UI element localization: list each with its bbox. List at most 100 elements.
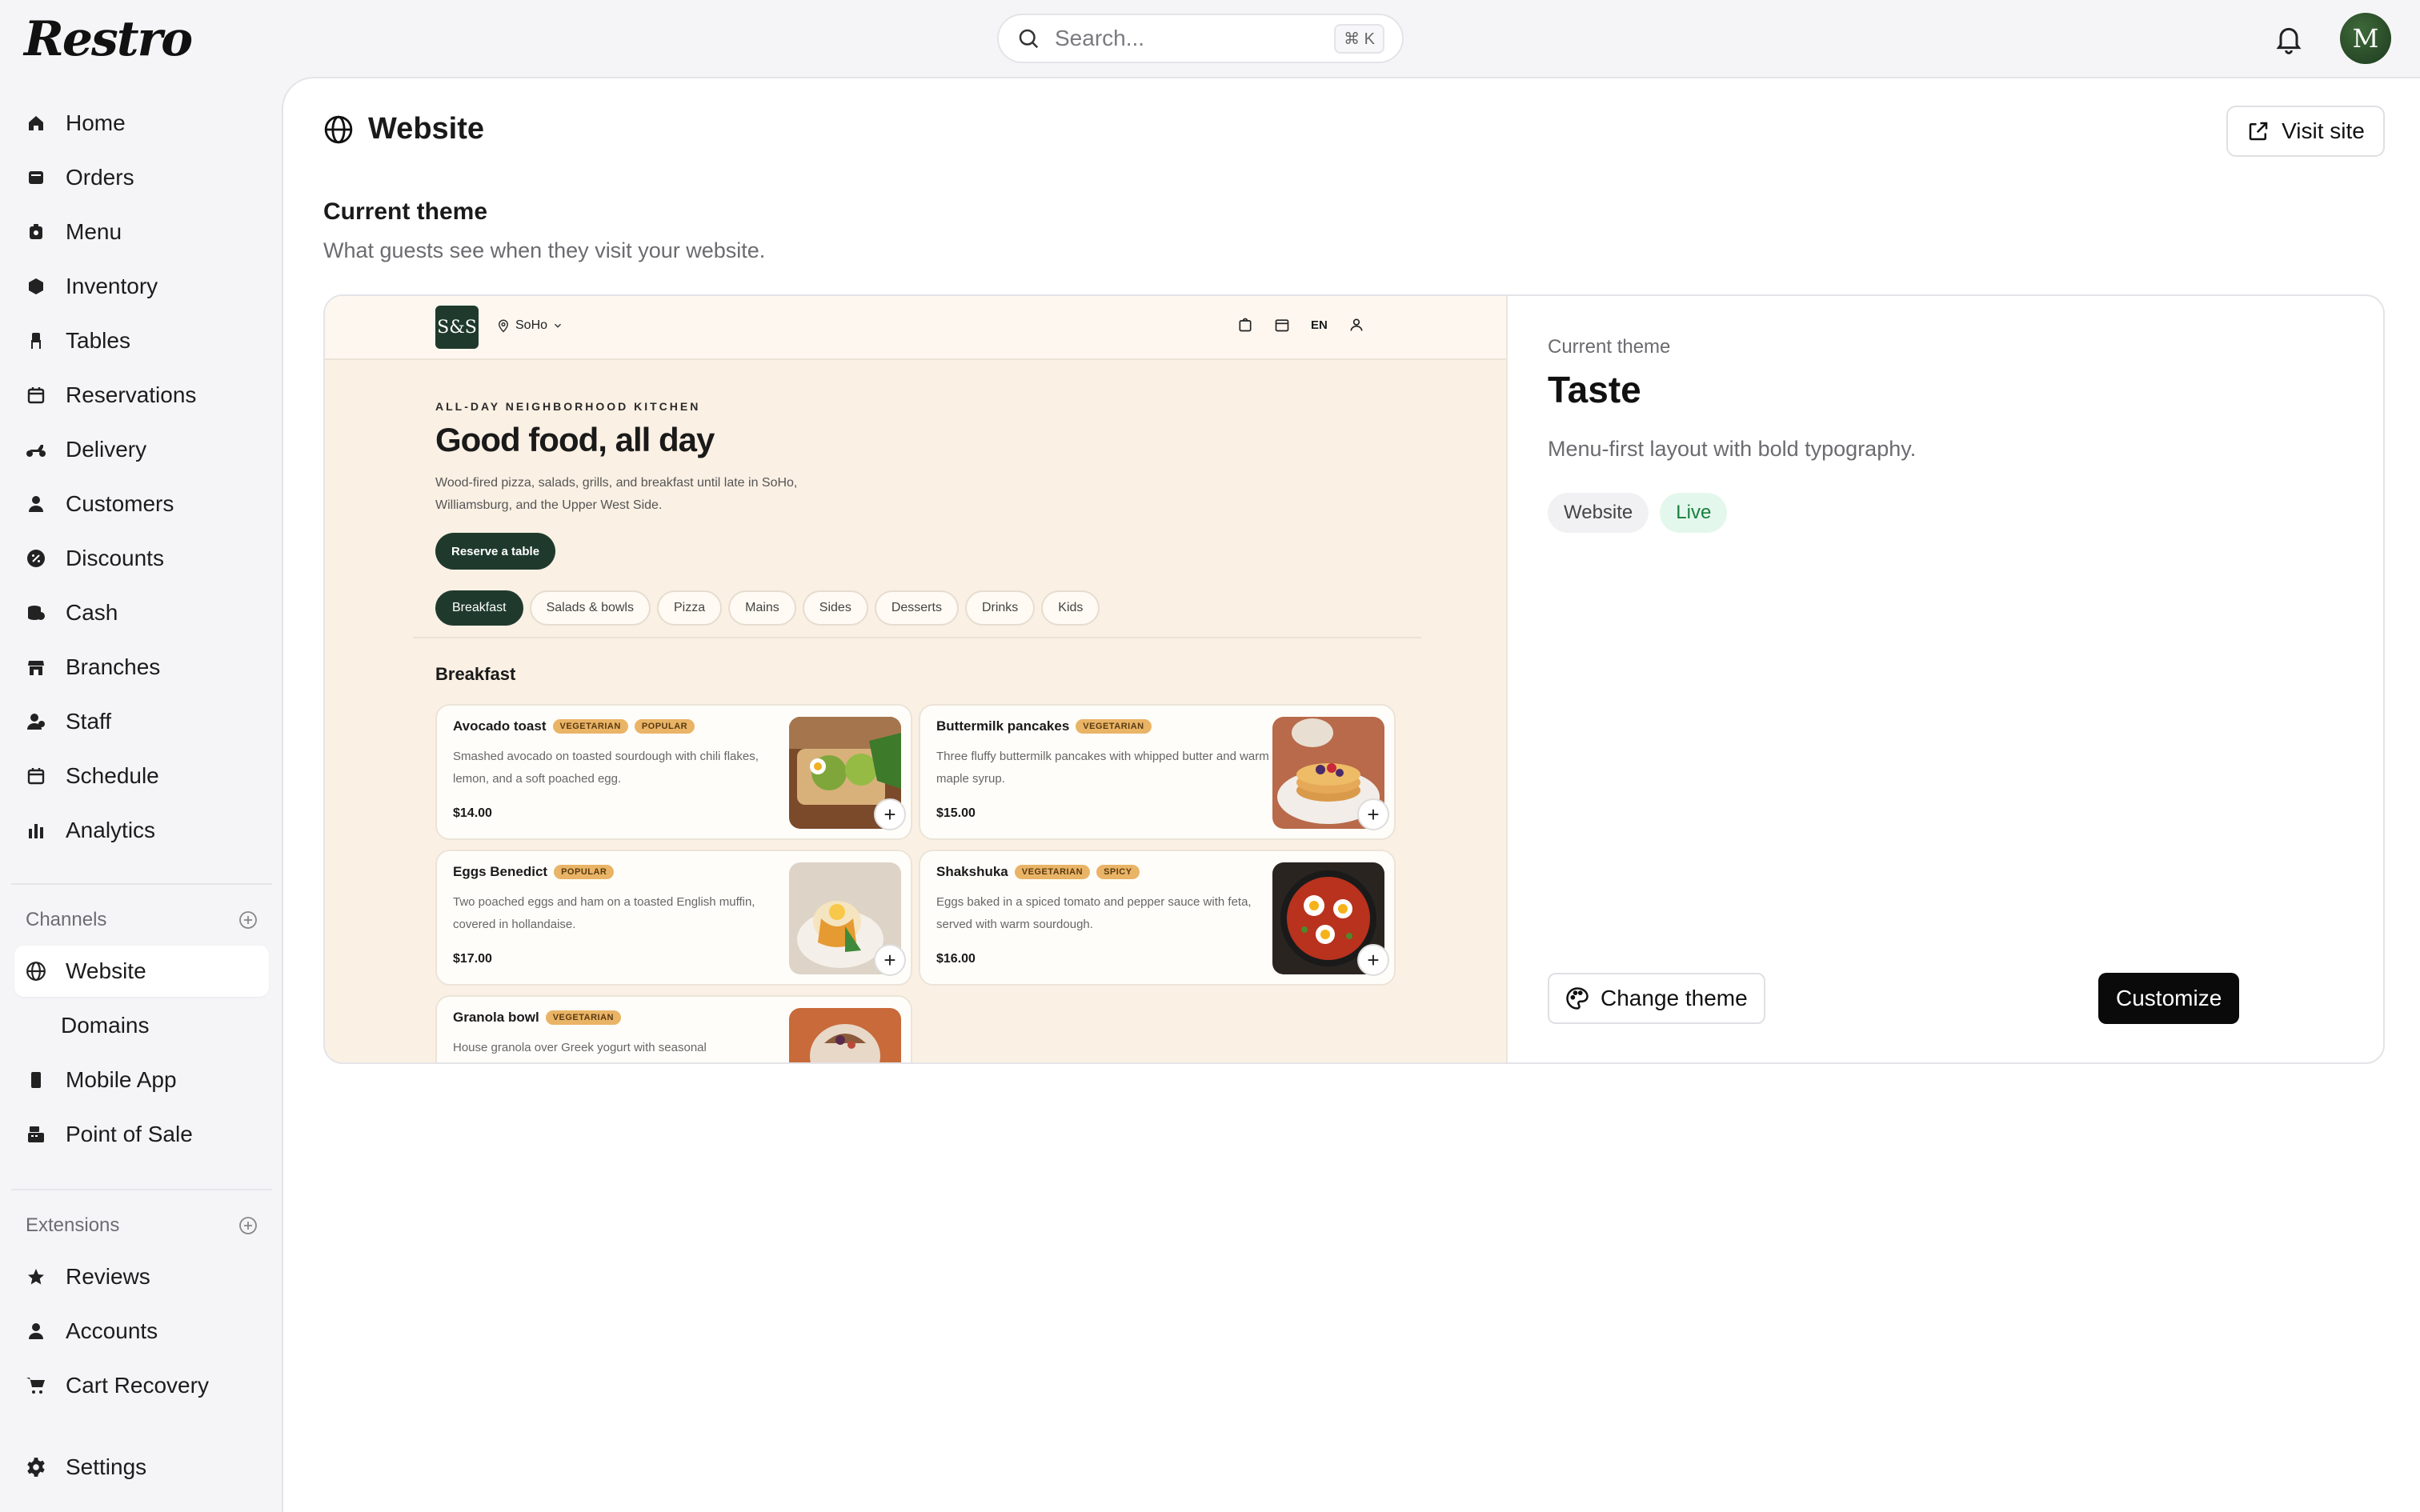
sidebar-item-delivery[interactable]: Delivery [14, 424, 269, 475]
sidebar-item-inventory[interactable]: Inventory [14, 261, 269, 312]
sidebar-item-branches[interactable]: Branches [14, 642, 269, 693]
item-desc: Three fluffy buttermilk pancakes with wh… [936, 750, 1269, 786]
item-name: Granola bowl [453, 1010, 539, 1025]
channels-header-label: Channels [26, 909, 107, 930]
sidebar-item-cash[interactable]: Cash [14, 587, 269, 638]
preview-category-title: Breakfast [435, 664, 516, 684]
home-icon [26, 113, 46, 134]
sidebar-item-label: Orders [66, 165, 134, 190]
granola-bowl-image [789, 1008, 901, 1062]
preview-header-icons: EN [1237, 317, 1364, 333]
preview-menu-item: Shakshuka VEGETARIAN SPICY Eggs baked in a… [919, 850, 1396, 986]
bell-icon[interactable] [2273, 21, 2305, 56]
preview-menu-item: Eggs Benedict POPULAR Two poached eggs an… [435, 850, 912, 986]
external-link-icon [2249, 122, 2268, 141]
cash-icon [26, 602, 46, 623]
item-price: $16.00 [936, 952, 976, 966]
sidebar-item-customers[interactable]: Customers [14, 478, 269, 530]
sidebar-item-menu[interactable]: Menu [14, 206, 269, 258]
preview-hero-title: Good food, all day [435, 421, 715, 458]
menu-icon [26, 222, 46, 242]
preview-logo: S&S [435, 306, 479, 349]
chart-icon [26, 820, 46, 841]
sidebar-item-staff[interactable]: Staff [14, 696, 269, 747]
item-desc: Two poached eggs and ham on a toasted En… [453, 895, 755, 931]
item-price: $17.00 [453, 952, 492, 966]
sidebar-item-label: Staff [66, 709, 112, 734]
sidebar-item-tables[interactable]: Tables [14, 315, 269, 366]
sidebar-item-website[interactable]: Website [14, 946, 269, 997]
add-channel-icon[interactable] [238, 910, 258, 930]
sidebar-item-label: Delivery [66, 437, 147, 462]
search-bar[interactable]: Search... ⌘ K [997, 14, 1404, 63]
sidebar-item-label: Cash [66, 600, 118, 625]
star-icon [26, 1266, 46, 1287]
sidebar-item-label: Menu [66, 219, 122, 244]
add-item-button: + [1357, 944, 1389, 976]
sidebar-item-cart-recovery[interactable]: Cart Recovery [14, 1360, 269, 1411]
theme-card: S&S SoHo EN ALL-DAY NEIGHBORHOOD KITCHEN… [323, 294, 2385, 1064]
preview-chip: Mains [728, 590, 796, 626]
search-input[interactable]: Search... [1055, 26, 1334, 51]
customize-button[interactable]: Customize [2098, 973, 2240, 1024]
item-tag: POPULAR [554, 865, 615, 879]
sidebar-item-label: Branches [66, 654, 161, 679]
sidebar-item-label: Customers [66, 491, 174, 516]
sidebar-item-label: Point of Sale [66, 1122, 193, 1146]
person-icon [26, 494, 46, 514]
preview-chip: Kids [1041, 590, 1100, 626]
item-name: Avocado toast [453, 718, 547, 734]
sidebar-item-mobile-app[interactable]: Mobile App [14, 1054, 269, 1106]
sidebar-item-label: Analytics [66, 818, 156, 842]
globe-icon [324, 115, 353, 143]
change-theme-button[interactable]: Change theme [1548, 973, 1765, 1024]
phone-icon [26, 1070, 46, 1090]
add-extension-icon[interactable] [238, 1216, 258, 1235]
avatar[interactable]: M [2340, 13, 2391, 64]
orders-icon [26, 167, 46, 188]
theme-badges: Website Live [1548, 493, 1728, 533]
item-tag: VEGETARIAN [552, 719, 628, 734]
app-logo[interactable]: Restro [24, 11, 193, 67]
website-badge: Website [1548, 493, 1649, 533]
tables-icon [26, 330, 46, 351]
section-title: Current theme [323, 198, 488, 225]
sidebar-item-domains[interactable]: Domains [14, 1000, 269, 1051]
visit-site-button[interactable]: Visit site [2226, 106, 2385, 157]
sidebar-item-point-of-sale[interactable]: Point of Sale [14, 1109, 269, 1160]
calendar-icon [1275, 319, 1289, 332]
preview-chip: Sides [802, 590, 868, 626]
cart-icon [26, 1375, 46, 1396]
sidebar-item-orders[interactable]: Orders [14, 152, 269, 203]
location-pin-icon [498, 319, 509, 333]
sidebar-item-label: Reviews [66, 1264, 150, 1289]
sidebar-item-reviews[interactable]: Reviews [14, 1251, 269, 1302]
sidebar-item-label: Mobile App [66, 1067, 177, 1092]
sidebar-item-discounts[interactable]: Discounts [14, 533, 269, 584]
item-desc: Smashed avocado on toasted sourdough wit… [453, 750, 759, 786]
bag-icon [1239, 318, 1252, 332]
item-tag: VEGETARIAN [1076, 719, 1152, 734]
sidebar-item-label: Accounts [66, 1318, 158, 1343]
preview-hero-desc: Wood-fired pizza, salads, grills, and br… [435, 476, 798, 512]
sidebar-item-schedule[interactable]: Schedule [14, 750, 269, 802]
item-desc: Eggs baked in a spiced tomato and pepper… [936, 895, 1252, 931]
sidebar-item-home[interactable]: Home [14, 98, 269, 149]
item-tag: VEGETARIAN [545, 1010, 621, 1025]
change-theme-label: Change theme [1601, 986, 1748, 1010]
preview-chip: Desserts [874, 590, 959, 626]
theme-preview[interactable]: S&S SoHo EN ALL-DAY NEIGHBORHOOD KITCHEN… [325, 296, 1508, 1062]
preview-chip: Drinks [964, 590, 1036, 626]
sidebar-item-reservations[interactable]: Reservations [14, 370, 269, 421]
sidebar-item-label: Tables [66, 328, 130, 353]
sidebar-item-label: Cart Recovery [66, 1373, 209, 1398]
preview-header: S&S SoHo EN [325, 296, 1506, 360]
sidebar-divider [11, 883, 272, 885]
sidebar: Home Orders Menu Inventory Tables Reserv… [0, 96, 282, 1512]
sidebar-item-accounts[interactable]: Accounts [14, 1306, 269, 1357]
preview-eyebrow: ALL-DAY NEIGHBORHOOD KITCHEN [435, 400, 701, 413]
add-item-button: + [1357, 798, 1389, 830]
preview-menu-item: Buttermilk pancakes VEGETARIAN Three fluf… [919, 704, 1396, 840]
sidebar-item-settings[interactable]: Settings [14, 1442, 269, 1493]
sidebar-item-analytics[interactable]: Analytics [14, 805, 269, 856]
